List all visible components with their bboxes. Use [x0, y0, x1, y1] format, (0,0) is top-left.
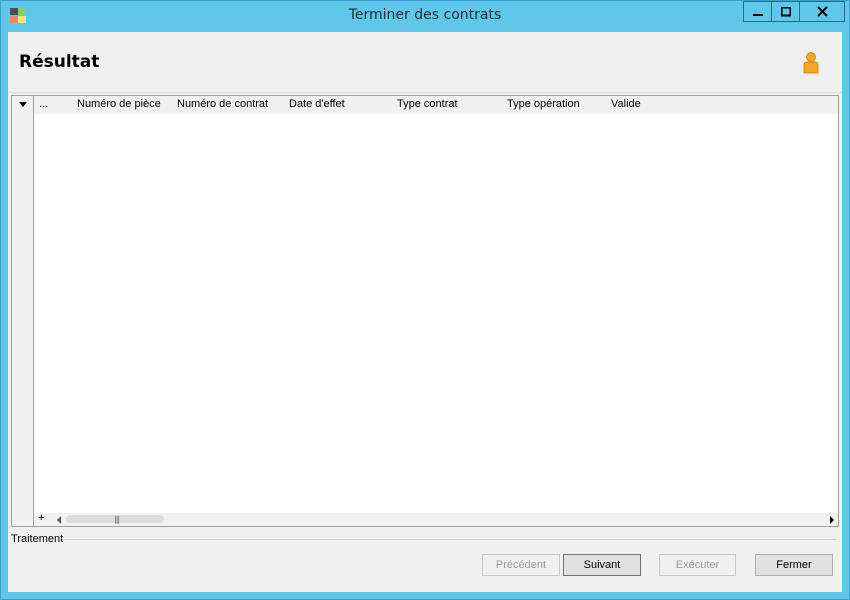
page-title: Résultat [19, 52, 100, 72]
close-button[interactable]: Fermer [755, 554, 833, 576]
title-bar[interactable]: Terminer des contrats [1, 1, 849, 31]
scroll-right-icon[interactable] [830, 516, 834, 524]
column-header-piece-number[interactable]: Numéro de pièce [77, 98, 161, 110]
grid-header: ... Numéro de pièce Numéro de contrat Da… [34, 96, 838, 114]
column-header-contract-number[interactable]: Numéro de contrat [177, 98, 268, 110]
minimize-button[interactable] [743, 1, 772, 22]
window-title: Terminer des contrats [348, 7, 502, 23]
next-button[interactable]: Suivant [563, 554, 641, 576]
group-label: Traitement [11, 533, 64, 545]
add-row-button[interactable]: + [38, 512, 44, 524]
processing-group: Traitement Précédent Suivant Exécuter Fe… [8, 533, 842, 592]
scroll-left-icon[interactable] [57, 516, 61, 524]
close-icon [816, 6, 828, 17]
results-grid[interactable]: ... Numéro de pièce Numéro de contrat Da… [11, 95, 839, 527]
minimize-icon [752, 13, 763, 16]
close-window-button[interactable] [799, 1, 845, 22]
column-header-effective-date[interactable]: Date d'effet [289, 98, 345, 110]
scroll-thumb[interactable]: ||| [66, 515, 164, 524]
user-icon [803, 52, 819, 74]
chevron-down-icon[interactable] [19, 102, 27, 107]
column-header-more[interactable]: ... [39, 98, 48, 110]
column-header-operation-type[interactable]: Type opération [507, 98, 580, 110]
header-panel: Résultat [8, 32, 842, 93]
row-header-column [12, 96, 34, 526]
main-window: Terminer des contrats Résultat ... Numér… [0, 0, 850, 600]
execute-button[interactable]: Exécuter [659, 554, 736, 576]
client-area: Résultat ... Numéro de pièce Numéro de c… [8, 32, 842, 592]
column-header-valid[interactable]: Valide [611, 98, 641, 110]
maximize-icon [780, 6, 791, 16]
maximize-button[interactable] [771, 1, 800, 22]
horizontal-scrollbar[interactable]: + ||| [34, 512, 838, 526]
grip-icon: ||| [114, 515, 120, 524]
column-header-contract-type[interactable]: Type contrat [397, 98, 458, 110]
group-divider [64, 539, 836, 540]
previous-button[interactable]: Précédent [482, 554, 560, 576]
